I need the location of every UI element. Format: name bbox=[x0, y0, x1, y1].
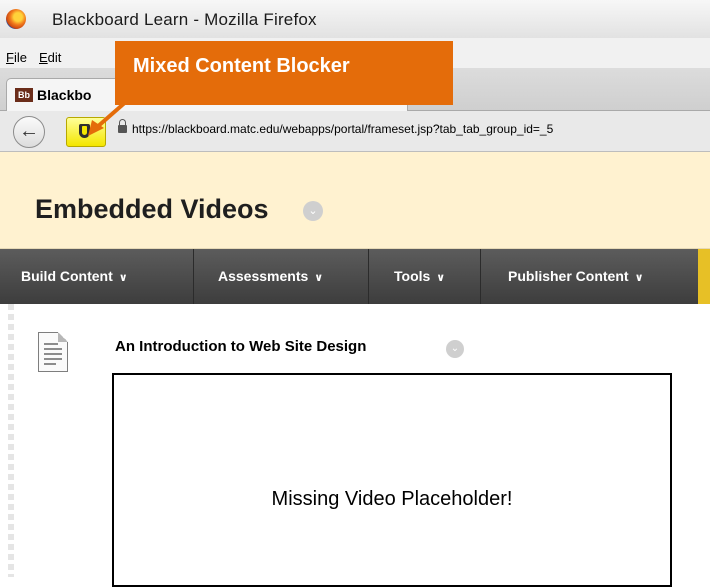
chevron-down-icon[interactable]: ⌄ bbox=[446, 340, 464, 358]
chevron-down-icon: ∨ bbox=[634, 272, 644, 284]
build-content-label: Build Content bbox=[21, 268, 113, 284]
menu-edit-label: dit bbox=[47, 50, 62, 65]
assessments-menu[interactable]: Assessments ∨ bbox=[194, 249, 369, 304]
menu-file-accelerator: F bbox=[6, 50, 14, 65]
chevron-down-icon: ∨ bbox=[118, 272, 128, 284]
page-title: Embedded Videos bbox=[35, 194, 269, 224]
menu-file-label: ile bbox=[13, 50, 27, 65]
chevron-down-icon: ∨ bbox=[314, 272, 324, 284]
page-header: Embedded Videos ⌄ bbox=[0, 152, 710, 249]
back-button[interactable]: ← bbox=[13, 116, 45, 148]
lock-icon bbox=[118, 119, 127, 133]
content-item-title[interactable]: An Introduction to Web Site Design bbox=[115, 338, 366, 355]
tools-label: Tools bbox=[394, 268, 431, 284]
publisher-content-menu[interactable]: Publisher Content ∨ bbox=[481, 249, 699, 304]
annotation-callout: Mixed Content Blocker bbox=[115, 41, 453, 105]
menu-file[interactable]: File bbox=[6, 50, 27, 65]
back-arrow-icon: ← bbox=[19, 120, 39, 142]
menu-edit-accelerator: E bbox=[39, 50, 48, 65]
mixed-content-shield-icon bbox=[79, 124, 90, 138]
navigation-bar: ← https://blackboard.matc.edu/webapps/po… bbox=[0, 111, 710, 152]
publisher-content-label: Publisher Content bbox=[508, 268, 629, 284]
tab-label: Blackbo bbox=[37, 87, 92, 103]
action-bar: Build Content ∨ Assessments ∨ Tools ∨ Publi… bbox=[0, 249, 710, 304]
document-icon bbox=[38, 332, 68, 372]
build-content-menu[interactable]: Build Content ∨ bbox=[0, 249, 194, 304]
assessments-label: Assessments bbox=[218, 268, 309, 284]
video-placeholder-text: Missing Video Placeholder! bbox=[271, 488, 513, 510]
window-title: Blackboard Learn - Mozilla Firefox bbox=[52, 10, 317, 29]
content-area: An Introduction to Web Site Design ⌄ Mis… bbox=[0, 304, 710, 587]
action-bar-edge bbox=[698, 249, 710, 304]
tools-menu[interactable]: Tools ∨ bbox=[369, 249, 481, 304]
mixed-content-shield-button[interactable] bbox=[66, 117, 106, 147]
chevron-down-icon: ∨ bbox=[436, 272, 446, 284]
annotation-label: Mixed Content Blocker bbox=[133, 55, 350, 77]
video-placeholder: Missing Video Placeholder! bbox=[112, 373, 672, 587]
url-input[interactable]: https://blackboard.matc.edu/webapps/port… bbox=[132, 122, 553, 136]
left-rail bbox=[8, 304, 14, 577]
blackboard-favicon-icon: Bb bbox=[15, 88, 33, 102]
menu-edit[interactable]: Edit bbox=[39, 50, 61, 65]
firefox-icon bbox=[6, 9, 26, 29]
window-titlebar: Blackboard Learn - Mozilla Firefox bbox=[0, 0, 710, 39]
chevron-down-icon[interactable]: ⌄ bbox=[303, 201, 323, 221]
